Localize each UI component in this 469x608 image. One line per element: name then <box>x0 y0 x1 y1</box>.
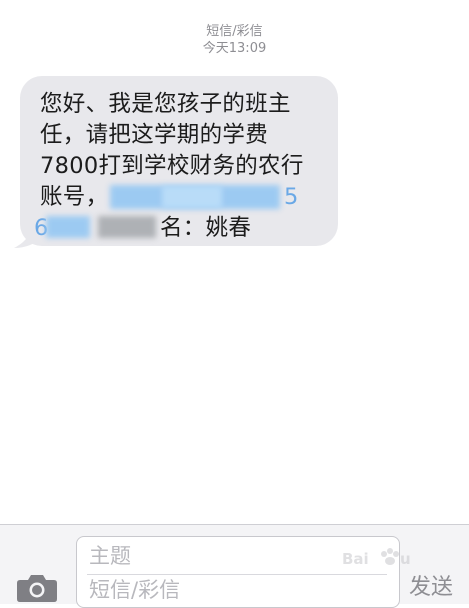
redacted-account-number-end <box>46 216 90 238</box>
baidu-paw-icon: Bai u <box>342 548 411 568</box>
message-timestamp: 今天13:09 <box>202 41 267 56</box>
message-line-5: 名：姚春 <box>160 215 252 241</box>
baidu-watermark: Bai u <box>340 540 424 576</box>
redacted-account-holder <box>98 216 156 238</box>
svg-text:u: u <box>400 550 411 568</box>
message-line-3: 7800打到学校财务的农行 <box>40 153 304 179</box>
subject-input[interactable]: 主题 <box>89 543 131 569</box>
account-number-fragment[interactable]: 5 <box>284 182 299 212</box>
send-button[interactable]: 发送 <box>409 575 453 601</box>
message-line-1: 您好、我是您孩子的班主 <box>40 91 291 117</box>
thread-header: 短信/彩信 今天13:09 <box>0 24 469 57</box>
message-line-4: 账号， <box>40 184 109 210</box>
camera-icon[interactable] <box>16 572 58 602</box>
message-line-2: 任，请把这学期的学费 <box>40 122 269 148</box>
message-type-label: 短信/彩信 <box>206 24 263 39</box>
redacted-account-number-highlight <box>162 186 222 208</box>
svg-text:Bai: Bai <box>342 550 369 568</box>
message-input[interactable]: 短信/彩信 <box>89 577 180 603</box>
incoming-message-bubble[interactable]: 您好、我是您孩子的班主 任，请把这学期的学费 7800打到学校财务的农行 账号，… <box>12 76 342 251</box>
